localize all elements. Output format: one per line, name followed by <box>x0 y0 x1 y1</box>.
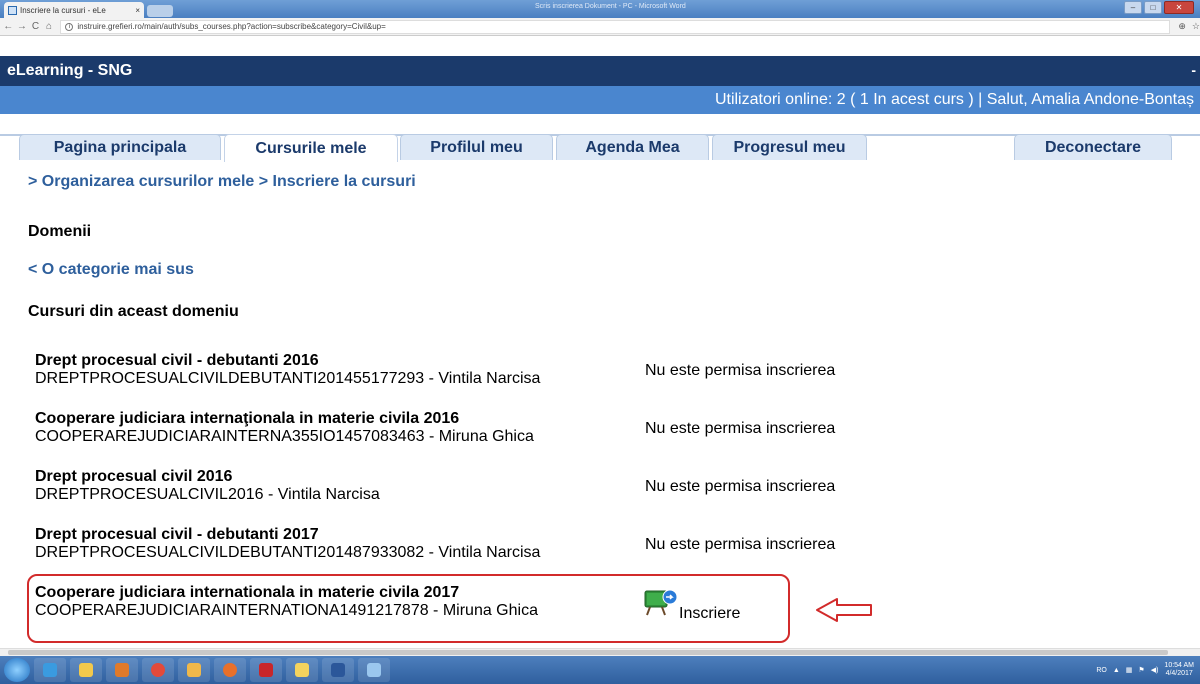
folder-icon[interactable] <box>286 658 318 682</box>
course-title: Cooperare judiciara internaţionala in ma… <box>35 410 460 427</box>
course-title: Drept procesual civil 2016 <box>35 468 233 485</box>
window-controls: – □ ✕ <box>1124 1 1194 14</box>
logout-button[interactable]: Deconectare <box>1014 134 1172 160</box>
explorer-icon[interactable] <box>70 658 102 682</box>
word-icon[interactable] <box>322 658 354 682</box>
new-tab-button[interactable] <box>147 5 173 17</box>
left-arrow-icon <box>816 598 872 622</box>
network-icon[interactable]: ▦ <box>1126 666 1133 674</box>
list-item: Cooperare judiciara internaţionala in ma… <box>35 410 835 450</box>
clock-time: 10:54 AM <box>1164 662 1194 669</box>
list-item: Drept procesual civil 2016 DREPTPROCESUA… <box>35 468 835 508</box>
info-icon[interactable]: i <box>65 22 74 31</box>
ie-icon[interactable] <box>34 658 66 682</box>
course-code: COOPERAREJUDICIARAINTERNATIONA1491217878… <box>35 602 538 619</box>
nav-strip: Pagina principala Cursurile mele Profilu… <box>0 114 1200 162</box>
browser-tabstrip: Inscriere la cursuri - eLe × Scris inscr… <box>0 0 1200 18</box>
tab-profilul-meu[interactable]: Profilul meu <box>400 134 553 160</box>
enroll-label: Inscriere <box>679 605 741 622</box>
tab-cursurile-mele[interactable]: Cursurile mele <box>224 134 398 162</box>
volume-icon[interactable]: ◀) <box>1151 666 1159 674</box>
close-tab-icon[interactable]: × <box>135 6 140 15</box>
tab-label: Cursurile mele <box>255 139 367 157</box>
address-bar: ← → C ⌂ i instruire.grefieri.ro/main/aut… <box>0 18 1200 36</box>
course-status: Nu este permisa inscrierea <box>645 420 836 437</box>
tab-progresul-meu[interactable]: Progresul meu <box>712 134 867 160</box>
course-status: Nu este permisa inscrierea <box>645 362 836 379</box>
flag-icon[interactable]: ⚑ <box>1138 666 1144 674</box>
site-header: eLearning - SNG - <box>0 56 1200 86</box>
online-users-text: Utilizatori online: 2 ( 1 In acest curs … <box>714 91 1194 108</box>
tab-pagina-principala[interactable]: Pagina principala <box>19 134 221 160</box>
domains-heading: Domenii <box>28 223 92 240</box>
favicon-icon <box>8 5 17 15</box>
tab-label: Profilul meu <box>430 138 523 156</box>
close-window-icon[interactable]: ✕ <box>1164 1 1194 14</box>
tab-label: Pagina principala <box>53 138 187 156</box>
course-title: Cooperare judiciara internationala in ma… <box>35 584 460 601</box>
enroll-icon <box>644 589 678 616</box>
breadcrumb[interactable]: > Organizarea cursurilor mele > Inscrier… <box>28 173 416 191</box>
tray-arrow-icon[interactable]: ▲ <box>1113 667 1120 674</box>
language-indicator[interactable]: RO <box>1096 667 1107 674</box>
category-up-link[interactable]: < O categorie mai sus <box>28 261 194 279</box>
chrome-icon[interactable] <box>142 658 174 682</box>
courses-heading: Cursuri din aceast domeniu <box>28 303 239 320</box>
tab-agenda-mea[interactable]: Agenda Mea <box>556 134 709 160</box>
tab-label: Agenda Mea <box>585 138 680 156</box>
list-item: Drept procesual civil - debutanti 2017 D… <box>35 526 835 566</box>
paint-icon[interactable] <box>178 658 210 682</box>
course-code: DREPTPROCESUALCIVILDEBUTANTI201455177293… <box>35 370 541 387</box>
course-status: Nu este permisa inscrierea <box>645 536 836 553</box>
enroll-button[interactable]: Inscriere <box>643 587 763 627</box>
zoom-icon[interactable]: ⊕ <box>1178 21 1186 32</box>
reload-icon[interactable]: C <box>30 21 41 32</box>
clock[interactable]: 10:54 AM 4/4/2017 <box>1164 662 1194 678</box>
start-button[interactable] <box>4 658 30 682</box>
browser-tab[interactable]: Inscriere la cursuri - eLe × <box>4 2 144 18</box>
list-item: Drept procesual civil - debutanti 2016 D… <box>35 352 835 392</box>
taskbar: RO ▲ ▦ ⚑ ◀) 10:54 AM 4/4/2017 <box>0 656 1200 684</box>
home-icon[interactable]: ⌂ <box>44 21 55 32</box>
tab-label: Progresul meu <box>733 138 846 156</box>
minimize-icon[interactable]: – <box>1124 1 1142 14</box>
window-title: Scris inscrierea Dokument - PC - Microso… <box>535 3 686 10</box>
course-status: Nu este permisa inscrierea <box>645 478 836 495</box>
browser-tab-title: Inscriere la cursuri - eLe <box>20 5 106 15</box>
back-icon[interactable]: ← <box>3 21 14 32</box>
scrollbar-thumb[interactable] <box>8 650 1168 655</box>
course-code: COOPERAREJUDICIARAINTERNA355IO1457083463… <box>35 428 534 445</box>
paint-tool-icon[interactable] <box>358 658 390 682</box>
acrobat-icon[interactable] <box>250 658 282 682</box>
url-input[interactable]: i instruire.grefieri.ro/main/auth/subs_c… <box>60 19 1171 34</box>
system-tray: RO ▲ ▦ ⚑ ◀) 10:54 AM 4/4/2017 <box>1096 662 1200 678</box>
site-title: eLearning - SNG <box>7 62 133 79</box>
maximize-icon[interactable]: □ <box>1144 1 1162 14</box>
course-code: DREPTPROCESUALCIVILDEBUTANTI201487933082… <box>35 544 541 561</box>
clock-date: 4/4/2017 <box>1165 670 1193 677</box>
url-text: instruire.grefieri.ro/main/auth/subs_cou… <box>77 22 386 31</box>
horizontal-scrollbar[interactable] <box>0 648 1200 656</box>
user-bar: Utilizatori online: 2 ( 1 In acest curs … <box>0 86 1200 114</box>
course-title: Drept procesual civil - debutanti 2016 <box>35 352 319 369</box>
forward-icon[interactable]: → <box>17 21 28 32</box>
outlook-icon[interactable] <box>106 658 138 682</box>
header-dash: - <box>1191 62 1196 78</box>
logout-label: Deconectare <box>1044 138 1142 156</box>
course-code: DREPTPROCESUALCIVIL2016 - Vintila Narcis… <box>35 486 380 503</box>
firefox-icon[interactable] <box>214 658 246 682</box>
bookmark-star-icon[interactable]: ☆ <box>1192 21 1200 32</box>
course-title: Drept procesual civil - debutanti 2017 <box>35 526 319 543</box>
